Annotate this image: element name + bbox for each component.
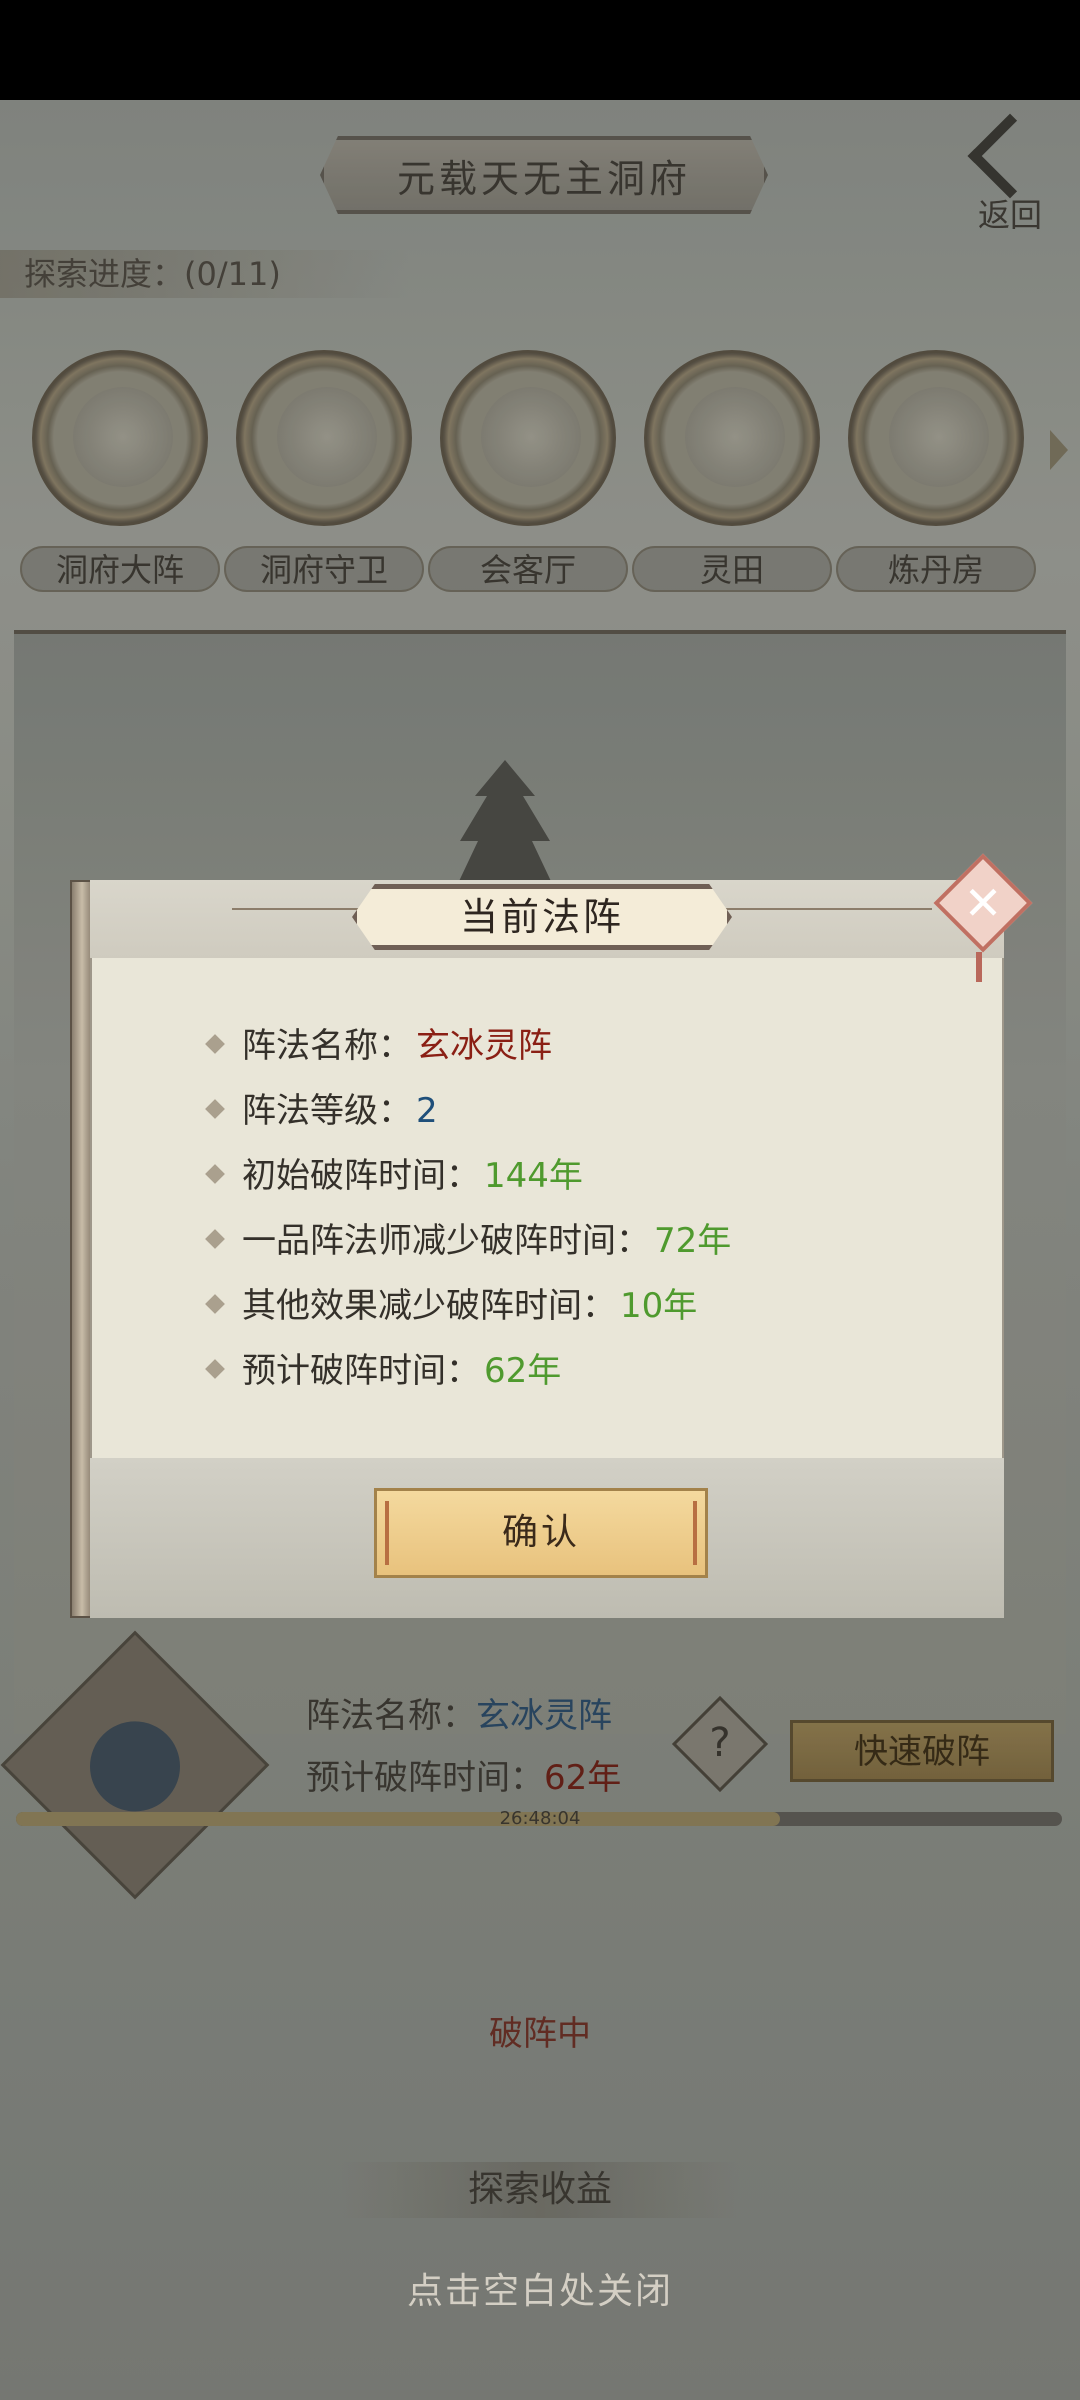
confirm-button[interactable]: 确认 [374, 1488, 708, 1578]
close-hint-text: 点击空白处关闭 [406, 2271, 673, 2312]
close-hint: 点击空白处关闭 [0, 2262, 1080, 2314]
close-icon[interactable]: ✕ [946, 868, 1020, 938]
building-frame [644, 350, 820, 526]
explore-rewards-title: 探索收益 [340, 2162, 740, 2218]
info-row: 其他效果减少破阵时间： 10年 [205, 1278, 698, 1327]
building-label: 会客厅 [428, 546, 628, 592]
info-row: 预计破阵时间： 62年 [205, 1343, 562, 1392]
break-timer: 26:48:04 [499, 1808, 581, 1829]
quick-break-button[interactable]: 快速破阵 [790, 1720, 1054, 1782]
bullet-icon [205, 1358, 225, 1379]
info-row: 初始破阵时间： 144年 [205, 1148, 583, 1197]
building-frame [32, 350, 208, 526]
building-alchemy[interactable]: 炼丹房 [836, 350, 1036, 600]
break-status: 破阵中 [489, 2014, 591, 2054]
building-label: 灵田 [632, 546, 832, 592]
building-guard[interactable]: 洞府守卫 [224, 350, 424, 600]
row-label: 初始破阵时间： [242, 1156, 480, 1196]
building-art [889, 387, 989, 487]
scroll-right-icon[interactable] [1050, 430, 1068, 470]
formation-dialog: 当前法阵 ✕ 阵法名称： 玄冰灵阵 阵法等级： 2 初始破阵时间： 144年 一品阵法… [70, 853, 1033, 1618]
explore-progress: 探索进度：(0/11) [0, 250, 410, 298]
formation-eta-label: 预计破阵时间： [306, 1758, 544, 1798]
formation-eta-value: 62年 [544, 1758, 622, 1798]
back-button[interactable]: 返回 [962, 113, 1058, 234]
row-value: 72年 [654, 1221, 732, 1261]
row-label: 一品阵法师减少破阵时间： [242, 1221, 650, 1261]
building-frame [440, 350, 616, 526]
building-art [685, 387, 785, 487]
back-arrow-icon [967, 113, 1053, 199]
row-value: 10年 [620, 1286, 698, 1326]
back-label: 返回 [977, 196, 1042, 234]
building-spirit-field[interactable]: 灵田 [632, 350, 832, 600]
status-bar [0, 0, 1080, 100]
row-label: 预计破阵时间： [242, 1351, 480, 1391]
building-frame [236, 350, 412, 526]
bullet-icon [205, 1163, 225, 1184]
formation-name: 阵法名称：玄冰灵阵 [306, 1688, 612, 1737]
info-row: 阵法名称： 玄冰灵阵 [205, 1018, 552, 1067]
bullet-icon [205, 1293, 225, 1314]
building-art [73, 387, 173, 487]
info-row: 阵法等级： 2 [205, 1083, 438, 1132]
building-art [481, 387, 581, 487]
bullet-icon [205, 1033, 225, 1054]
row-label: 阵法名称： [242, 1026, 412, 1066]
bullet-icon [205, 1228, 225, 1249]
row-value: 2 [416, 1091, 438, 1131]
formation-name-value: 玄冰灵阵 [476, 1696, 612, 1736]
building-label: 洞府守卫 [224, 546, 424, 592]
tassel-decoration [976, 952, 982, 982]
row-value: 144年 [484, 1156, 583, 1196]
building-formation[interactable]: 洞府大阵 [20, 350, 220, 600]
row-value: 62年 [484, 1351, 562, 1391]
formation-eta: 预计破阵时间：62年 [306, 1750, 621, 1799]
building-label: 炼丹房 [836, 546, 1036, 592]
formation-name-label: 阵法名称： [306, 1696, 476, 1736]
building-list: 洞府大阵 洞府守卫 会客厅 灵田 炼丹房 [20, 350, 1080, 600]
building-art [277, 387, 377, 487]
row-label: 阵法等级： [242, 1091, 412, 1131]
row-label: 其他效果减少破阵时间： [242, 1286, 616, 1326]
building-reception[interactable]: 会客厅 [428, 350, 628, 600]
help-icon[interactable]: ? [686, 1712, 754, 1774]
row-value: 玄冰灵阵 [416, 1026, 552, 1066]
building-frame [848, 350, 1024, 526]
page-title: 元载天无主洞府 [320, 136, 768, 214]
info-row: 一品阵法师减少破阵时间： 72年 [205, 1213, 732, 1262]
building-label: 洞府大阵 [20, 546, 220, 592]
bullet-icon [205, 1098, 225, 1119]
dialog-title: 当前法阵 [352, 884, 732, 950]
